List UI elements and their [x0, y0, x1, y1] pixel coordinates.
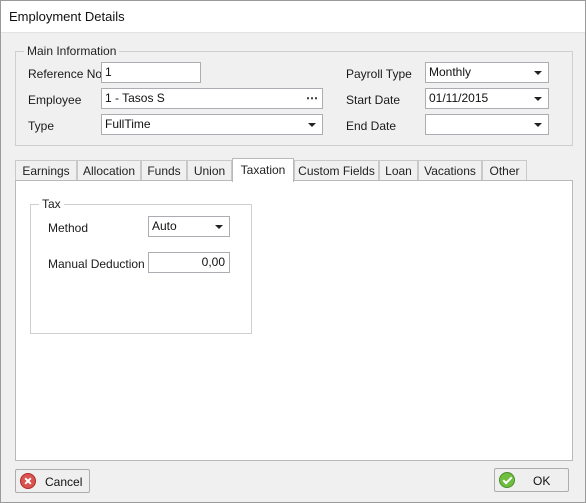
ok-button[interactable]: OK — [494, 468, 569, 492]
tax-legend: Tax — [39, 197, 64, 211]
employee-label: Employee — [28, 93, 82, 107]
chevron-down-icon[interactable] — [534, 71, 542, 75]
window-title: Employment Details — [9, 9, 125, 24]
manual-deduction-input[interactable]: 0,00 — [148, 252, 230, 273]
start-date-value: 01/11/2015 — [429, 91, 489, 105]
taxation-panel: Tax Method Auto Manual Deduction 0,00 — [15, 180, 573, 461]
method-label: Method — [48, 221, 89, 235]
tab-other[interactable]: Other — [482, 160, 527, 181]
manual-deduction-label: Manual Deduction — [48, 257, 145, 271]
chevron-down-icon[interactable] — [534, 97, 542, 101]
tab-taxation[interactable]: Taxation — [232, 158, 294, 182]
title-bar: Employment Details — [1, 1, 585, 33]
chevron-down-icon[interactable] — [215, 225, 223, 229]
cancel-button[interactable]: Cancel — [15, 469, 90, 493]
employee-field[interactable]: 1 - Tasos S ⋯ — [101, 88, 323, 109]
cancel-icon — [20, 473, 36, 489]
end-date-picker[interactable] — [425, 114, 549, 135]
method-value: Auto — [152, 219, 177, 233]
tab-custom-fields[interactable]: Custom Fields — [294, 160, 379, 181]
start-date-label: Start Date — [346, 93, 401, 107]
cancel-button-label: Cancel — [45, 475, 83, 489]
employee-browse-button[interactable]: ⋯ — [306, 89, 318, 108]
type-label: Type — [28, 119, 55, 133]
tab-loan[interactable]: Loan — [379, 160, 418, 181]
chevron-down-icon[interactable] — [534, 123, 542, 127]
tab-earnings[interactable]: Earnings — [15, 160, 77, 181]
ok-button-label: OK — [533, 474, 551, 488]
tab-allocation[interactable]: Allocation — [77, 160, 141, 181]
payroll-type-select[interactable]: Monthly — [425, 62, 549, 83]
reference-no-input[interactable]: 1 — [101, 62, 201, 83]
employment-details-dialog: Employment Details Main Information Refe… — [0, 0, 586, 503]
employee-value: 1 - Tasos S — [105, 91, 165, 105]
end-date-label: End Date — [346, 119, 397, 133]
type-value: FullTime — [105, 117, 151, 131]
reference-no-label: Reference No — [28, 67, 103, 81]
chevron-down-icon[interactable] — [308, 123, 316, 127]
check-icon — [499, 472, 515, 488]
tab-vacations[interactable]: Vacations — [418, 160, 482, 181]
payroll-type-label: Payroll Type — [346, 67, 412, 81]
payroll-type-value: Monthly — [429, 65, 472, 79]
main-information-legend: Main Information — [24, 44, 120, 58]
start-date-picker[interactable]: 01/11/2015 — [425, 88, 549, 109]
tab-funds[interactable]: Funds — [141, 160, 187, 181]
type-select[interactable]: FullTime — [101, 114, 323, 135]
tab-union[interactable]: Union — [187, 160, 232, 181]
method-select[interactable]: Auto — [148, 216, 230, 237]
